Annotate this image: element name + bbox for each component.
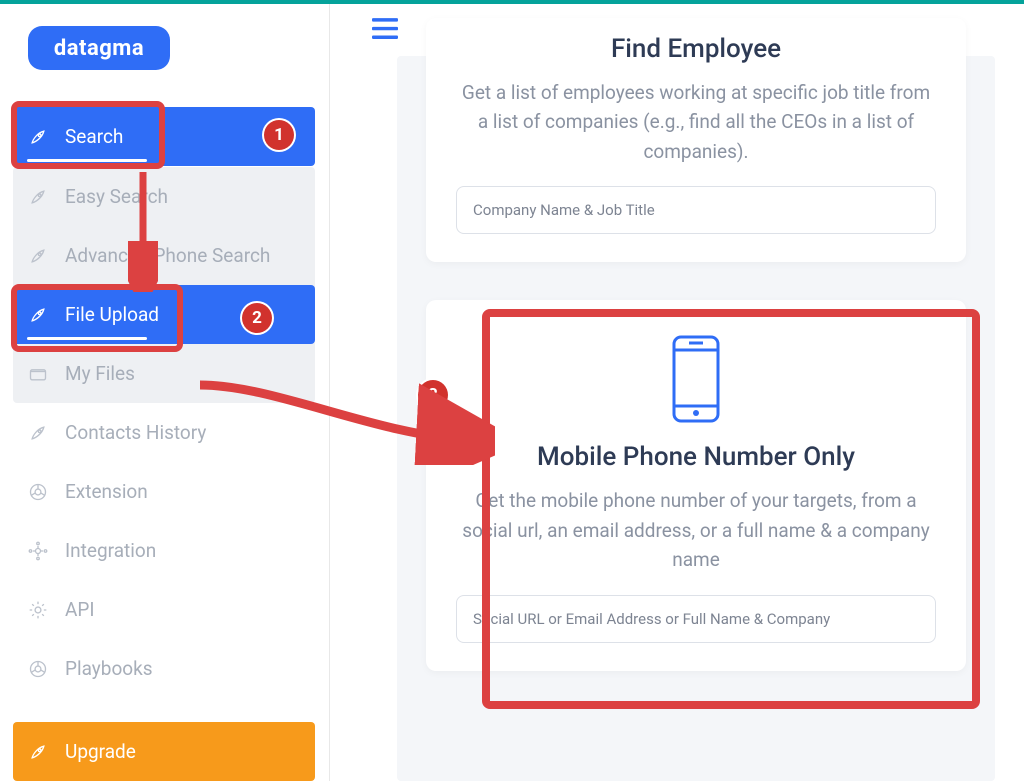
sidebar-item-label: Playbooks bbox=[65, 657, 153, 680]
sidebar-item-label: API bbox=[65, 598, 95, 621]
content-panel: Find Employee Get a list of employees wo… bbox=[397, 56, 995, 781]
brand-logo[interactable]: datagma bbox=[28, 26, 170, 70]
sidebar-item-integration[interactable]: Integration bbox=[13, 521, 315, 580]
sidebar-item-contacts-history[interactable]: Contacts History bbox=[13, 403, 315, 462]
rocket-icon bbox=[27, 304, 49, 326]
sidebar-item-advanced-phone-search[interactable]: Advanced Phone Search bbox=[13, 226, 315, 285]
card-description: Get the mobile phone number of your targ… bbox=[456, 486, 936, 574]
sidebar-item-search[interactable]: Search bbox=[13, 107, 315, 166]
upgrade-label: Upgrade bbox=[65, 740, 136, 763]
rocket-icon bbox=[27, 741, 49, 763]
sidebar-item-playbooks[interactable]: Playbooks bbox=[13, 639, 315, 698]
sidebar-item-label: Contacts History bbox=[65, 421, 206, 444]
input-placeholder: Company Name & Job Title bbox=[473, 201, 655, 219]
card-mobile-phone[interactable]: Mobile Phone Number Only Get the mobile … bbox=[426, 300, 966, 670]
sidebar-nav: Search Easy Search Advanced Phone Search bbox=[13, 107, 315, 698]
card-title: Mobile Phone Number Only bbox=[537, 442, 855, 472]
rocket-icon bbox=[27, 245, 49, 267]
card-title: Find Employee bbox=[611, 34, 781, 64]
active-underline bbox=[27, 337, 147, 340]
sidebar-item-easy-search[interactable]: Easy Search bbox=[13, 167, 315, 226]
mobile-lookup-input[interactable]: Social URL or Email Address or Full Name… bbox=[456, 595, 936, 643]
sidebar-item-label: File Upload bbox=[65, 303, 159, 326]
rocket-icon bbox=[27, 422, 49, 444]
chrome-icon bbox=[27, 658, 49, 680]
sidebar-item-my-files[interactable]: My Files bbox=[13, 344, 315, 403]
sidebar-item-extension[interactable]: Extension bbox=[13, 462, 315, 521]
phone-icon bbox=[669, 334, 723, 424]
main-area: Find Employee Get a list of employees wo… bbox=[330, 4, 1024, 781]
sidebar-item-label: Integration bbox=[65, 539, 156, 562]
sidebar-item-label: Extension bbox=[65, 480, 148, 503]
input-placeholder: Social URL or Email Address or Full Name… bbox=[473, 610, 830, 628]
card-find-employee[interactable]: Find Employee Get a list of employees wo… bbox=[426, 18, 966, 262]
sidebar-sub-block: Easy Search Advanced Phone Search File U… bbox=[13, 167, 315, 403]
upgrade-button[interactable]: Upgrade bbox=[13, 722, 315, 781]
sidebar-item-file-upload[interactable]: File Upload bbox=[13, 285, 315, 344]
gear-icon bbox=[27, 599, 49, 621]
company-jobtitle-input[interactable]: Company Name & Job Title bbox=[456, 186, 936, 234]
card-description: Get a list of employees working at speci… bbox=[456, 78, 936, 166]
sidebar-item-label: Easy Search bbox=[65, 185, 168, 208]
sidebar-item-label: Advanced Phone Search bbox=[65, 244, 270, 267]
sidebar-item-api[interactable]: API bbox=[13, 580, 315, 639]
sidebar-item-label: Search bbox=[65, 125, 123, 148]
hub-icon bbox=[27, 540, 49, 562]
rocket-icon bbox=[27, 126, 49, 148]
hamburger-icon[interactable] bbox=[372, 18, 398, 40]
active-underline bbox=[27, 159, 147, 162]
brand-name-text: datagma bbox=[54, 36, 144, 61]
sidebar: datagma Search Easy Search Advanced Phon bbox=[0, 4, 330, 781]
chrome-icon bbox=[27, 481, 49, 503]
folder-icon bbox=[27, 363, 49, 385]
sidebar-item-label: My Files bbox=[65, 362, 135, 385]
rocket-icon bbox=[27, 186, 49, 208]
